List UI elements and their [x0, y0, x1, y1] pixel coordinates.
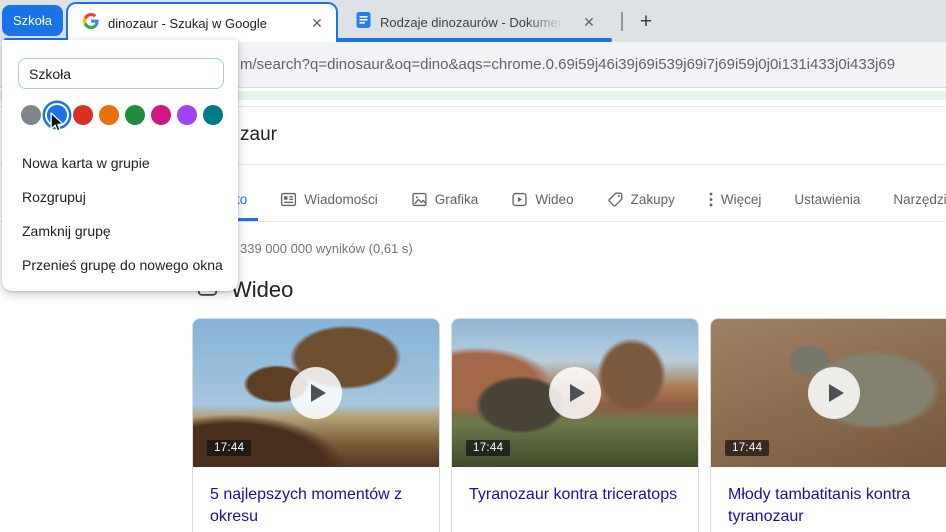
- nav-tab-label: Ustawienia: [794, 191, 861, 207]
- color-swatch-pink[interactable]: [151, 105, 171, 125]
- nav-tab-label: Narzędzia: [893, 191, 946, 207]
- video-title-link[interactable]: 5 najlepszych momentów z okresu: [193, 467, 439, 527]
- group-name-input[interactable]: [18, 58, 224, 89]
- play-button-icon[interactable]: [549, 367, 601, 419]
- results-nav-tabs: ko Wiadomości Grafika Wideo Zakupy Więce…: [233, 183, 946, 215]
- color-swatch-orange[interactable]: [99, 105, 119, 125]
- video-duration: 17:44: [466, 440, 511, 456]
- group-menu-items: Nowa karta w grupie Rozgrupuj Zamknij gr…: [2, 146, 238, 282]
- mouse-cursor-icon: [48, 112, 69, 138]
- image-icon: [411, 191, 428, 208]
- video-card[interactable]: 17:44 Młody tambatitanis kontra tyranoza…: [710, 318, 946, 532]
- url-bar[interactable]: m/search?q=dinosaur&oq=dino&aqs=chrome.0…: [240, 42, 946, 87]
- results-stats: 339 000 000 wyników (0,61 s): [240, 241, 413, 256]
- close-icon[interactable]: ✕: [580, 13, 598, 31]
- tab-title-fade: [525, 14, 571, 30]
- tab-group-menu: Nowa karta w grupie Rozgrupuj Zamknij gr…: [2, 40, 238, 291]
- video-duration: 17:44: [725, 440, 770, 456]
- nav-tab-label: Wiadomości: [304, 191, 378, 207]
- tab-narzedzia[interactable]: Narzędzia: [893, 192, 946, 207]
- menu-item-move-group-to-new-window[interactable]: Przenieś grupę do nowego okna: [2, 248, 238, 282]
- nav-tab-label: Więcej: [720, 191, 762, 207]
- color-swatch-cyan[interactable]: [203, 105, 223, 125]
- tab-separator: [621, 12, 623, 31]
- color-swatch-grey[interactable]: [21, 105, 41, 125]
- play-button-icon[interactable]: [290, 367, 342, 419]
- google-favicon-icon: [83, 12, 99, 34]
- browser-window: Szkoła dinozaur - Szukaj w Google ✕ Rodz…: [0, 0, 946, 532]
- news-icon: [280, 191, 297, 208]
- tab-title: Rodzaje dinozaurów - Dokument: [380, 14, 571, 30]
- tab-wiecej[interactable]: Więcej: [708, 191, 762, 208]
- tab-strip: Szkoła dinozaur - Szukaj w Google ✕ Rodz…: [0, 0, 946, 42]
- color-swatch-purple[interactable]: [177, 105, 197, 125]
- nav-tab-label: Wideo: [535, 191, 574, 207]
- tab-ustawienia[interactable]: Ustawienia: [794, 192, 860, 207]
- video-cards: 17:44 5 najlepszych momentów z okresu 17…: [192, 318, 946, 532]
- video-thumbnail[interactable]: 17:44: [711, 319, 946, 467]
- menu-item-new-tab-in-group[interactable]: Nowa karta w grupie: [2, 146, 238, 180]
- menu-item-close-group[interactable]: Zamknij grupę: [2, 214, 238, 248]
- nav-tab-label: Grafika: [434, 191, 479, 207]
- menu-item-ungroup[interactable]: Rozgrupuj: [2, 180, 238, 214]
- video-duration: 17:44: [207, 440, 252, 456]
- video-card[interactable]: 17:44 5 najlepszych momentów z okresu: [192, 318, 440, 532]
- tab-wiadomosci[interactable]: Wiadomości: [280, 191, 378, 208]
- tab-dinozaur[interactable]: dinozaur - Szukaj w Google ✕: [66, 2, 338, 42]
- tab-grafika[interactable]: Grafika: [411, 191, 479, 208]
- color-swatch-green[interactable]: [125, 105, 145, 125]
- nav-tab-label: Zakupy: [630, 191, 675, 207]
- video-title-link[interactable]: Młody tambatitanis kontra tyranozaur: [711, 467, 946, 527]
- video-thumbnail[interactable]: 17:44: [452, 319, 698, 467]
- video-title-link[interactable]: Tyranozaur kontra triceratops: [452, 467, 698, 506]
- play-button-icon[interactable]: [808, 367, 860, 419]
- search-query-partial[interactable]: zaur: [240, 124, 277, 146]
- close-icon[interactable]: ✕: [308, 14, 326, 32]
- more-vertical-icon: [708, 191, 714, 208]
- tab-group-chip[interactable]: Szkoła: [2, 5, 63, 36]
- tab-zakupy[interactable]: Zakupy: [607, 191, 675, 208]
- video-card[interactable]: 17:44 Tyranozaur kontra triceratops: [451, 318, 699, 532]
- color-swatch-red[interactable]: [73, 105, 93, 125]
- tab-rodzaje-dinozaurow[interactable]: Rodzaje dinozaurów - Dokument ✕: [344, 5, 604, 39]
- new-tab-button[interactable]: +: [631, 7, 661, 37]
- tab-title: dinozaur - Szukaj w Google: [108, 15, 267, 31]
- google-docs-icon: [356, 11, 371, 33]
- video-thumbnail[interactable]: 17:44: [193, 319, 439, 467]
- tag-icon: [607, 191, 624, 208]
- tab-wideo[interactable]: Wideo: [511, 191, 574, 208]
- video-icon: [511, 191, 528, 208]
- video-section-title: Wideo: [231, 277, 294, 302]
